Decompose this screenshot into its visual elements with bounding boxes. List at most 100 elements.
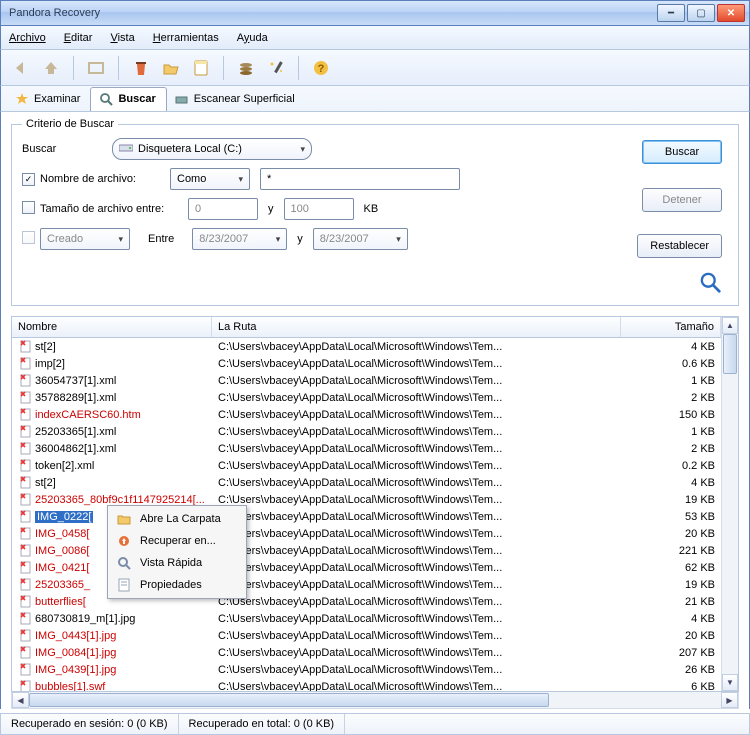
tab-escanear[interactable]: Escanear Superficial [167,88,305,111]
table-row[interactable]: token[2].xmlC:\Users\vbacey\AppData\Loca… [12,457,721,474]
table-row[interactable]: 36004862[1].xmlC:\Users\vbacey\AppData\L… [12,440,721,457]
file-icon [18,646,32,660]
reset-button[interactable]: Restablecer [637,234,722,258]
stack-icon[interactable] [234,56,258,80]
content-area: Criterio de Buscar Buscar Disquetera Loc… [0,112,750,709]
table-row[interactable]: 36054737[1].xmlC:\Users\vbacey\AppData\L… [12,372,721,389]
window-icon[interactable] [84,56,108,80]
table-row[interactable]: imp[2]C:\Users\vbacey\AppData\Local\Micr… [12,355,721,372]
file-icon [18,612,32,626]
nav-back-icon[interactable] [9,56,33,80]
scroll-left-button[interactable]: ◀ [12,692,29,708]
table-header: Nombre La Ruta Tamaño [12,317,721,338]
table-row[interactable]: st[2]C:\Users\vbacey\AppData\Local\Micro… [12,474,721,491]
scan-icon [175,92,189,106]
results-table: Nombre La Ruta Tamaño st[2]C:\Users\vbac… [11,316,739,692]
column-tamano[interactable]: Tamaño [621,317,721,337]
ctx-vista-rapida[interactable]: Vista Rápida [110,552,244,574]
date-type-select[interactable]: Creado [40,228,130,250]
trash-icon[interactable] [129,56,153,80]
menu-archivo[interactable]: Archivo [9,32,46,44]
wizard-icon[interactable] [264,56,288,80]
horizontal-scrollbar[interactable]: ◀ ▶ [11,692,739,709]
filename-checkbox[interactable]: ✓ [22,173,35,186]
view-tabs: Examinar Buscar Escanear Superficial [0,86,750,112]
file-icon [18,459,32,473]
search-criteria-panel: Criterio de Buscar Buscar Disquetera Loc… [1,112,749,312]
date-to-select[interactable]: 8/23/2007 [313,228,408,250]
tab-label: Examinar [34,93,80,105]
table-row[interactable]: IMG_0084[1].jpgC:\Users\vbacey\AppData\L… [12,644,721,661]
stop-button[interactable]: Detener [642,188,722,212]
file-icon [18,357,32,371]
size-from-input[interactable] [188,198,258,220]
search-button[interactable]: Buscar [642,140,722,164]
file-icon [18,578,32,592]
folder-open-icon[interactable] [159,56,183,80]
drive-select[interactable]: Disquetera Local (C:) [112,138,312,160]
file-icon [18,680,32,692]
drive-icon [119,142,133,157]
file-icon [18,476,32,490]
file-icon [18,527,32,541]
tab-buscar[interactable]: Buscar [90,87,166,111]
size-checkbox[interactable] [22,201,35,214]
file-icon [18,595,32,609]
folder-icon [116,511,132,527]
maximize-button[interactable]: ▢ [687,4,715,22]
table-row[interactable]: indexCAERSC60.htmC:\Users\vbacey\AppData… [12,406,721,423]
svg-text:?: ? [318,63,325,75]
scroll-right-button[interactable]: ▶ [721,692,738,708]
file-icon [18,442,32,456]
size-label: Tamaño de archivo entre: [40,203,188,215]
tab-label: Buscar [118,93,155,105]
file-icon [18,561,32,575]
minimize-button[interactable]: ━ [657,4,685,22]
menu-ayuda[interactable]: Ayuda [237,32,268,44]
scroll-thumb-h[interactable] [29,693,549,707]
column-nombre[interactable]: Nombre [12,317,212,337]
file-icon [18,544,32,558]
filename-label: Nombre de archivo: [40,173,170,185]
ctx-recuperar[interactable]: Recuperar en... [110,530,244,552]
date-checkbox[interactable] [22,231,35,244]
menu-vista[interactable]: Vista [110,32,134,44]
column-ruta[interactable]: La Ruta [212,317,621,337]
table-row[interactable]: IMG_0443[1].jpgC:\Users\vbacey\AppData\L… [12,627,721,644]
table-row[interactable]: 35788289[1].xmlC:\Users\vbacey\AppData\L… [12,389,721,406]
properties-icon [116,577,132,593]
close-button[interactable]: ✕ [717,4,745,22]
menu-herramientas[interactable]: Herramientas [153,32,219,44]
help-icon[interactable]: ? [309,56,333,80]
scroll-thumb[interactable] [723,334,737,374]
table-row[interactable]: IMG_0439[1].jpgC:\Users\vbacey\AppData\L… [12,661,721,678]
filename-input[interactable] [260,168,460,190]
ctx-open-folder[interactable]: Abre La Carpata [110,508,244,530]
table-row[interactable]: 25203365[1].xmlC:\Users\vbacey\AppData\L… [12,423,721,440]
search-legend: Criterio de Buscar [22,118,118,130]
file-icon [18,391,32,405]
date-from-select[interactable]: 8/23/2007 [192,228,287,250]
tab-examinar[interactable]: Examinar [7,88,90,111]
up-icon[interactable] [39,56,63,80]
window-title: Pandora Recovery [9,7,657,19]
ctx-propiedades[interactable]: Propiedades [110,574,244,596]
menu-editar[interactable]: Editar [64,32,93,44]
scroll-down-button[interactable]: ▼ [722,674,738,691]
star-icon [15,92,29,106]
notepad-icon[interactable] [189,56,213,80]
table-row[interactable]: st[2]C:\Users\vbacey\AppData\Local\Micro… [12,338,721,355]
magnifier-icon [99,92,113,106]
vertical-scrollbar[interactable]: ▲ ▼ [721,317,738,691]
table-row[interactable]: 680730819_m[1].jpgC:\Users\vbacey\AppDat… [12,610,721,627]
status-session: Recuperado en sesión: 0 (0 KB) [1,714,179,734]
recover-icon [116,533,132,549]
scroll-up-button[interactable]: ▲ [722,317,738,334]
magnifier-big-icon [700,272,722,297]
table-row[interactable]: bubbles[1].swfC:\Users\vbacey\AppData\Lo… [12,678,721,691]
file-icon [18,374,32,388]
search-in-label: Buscar [22,143,112,155]
menubar: Archivo Editar Vista Herramientas Ayuda [0,26,750,50]
filename-mode-select[interactable]: Como [170,168,250,190]
size-to-input[interactable] [284,198,354,220]
